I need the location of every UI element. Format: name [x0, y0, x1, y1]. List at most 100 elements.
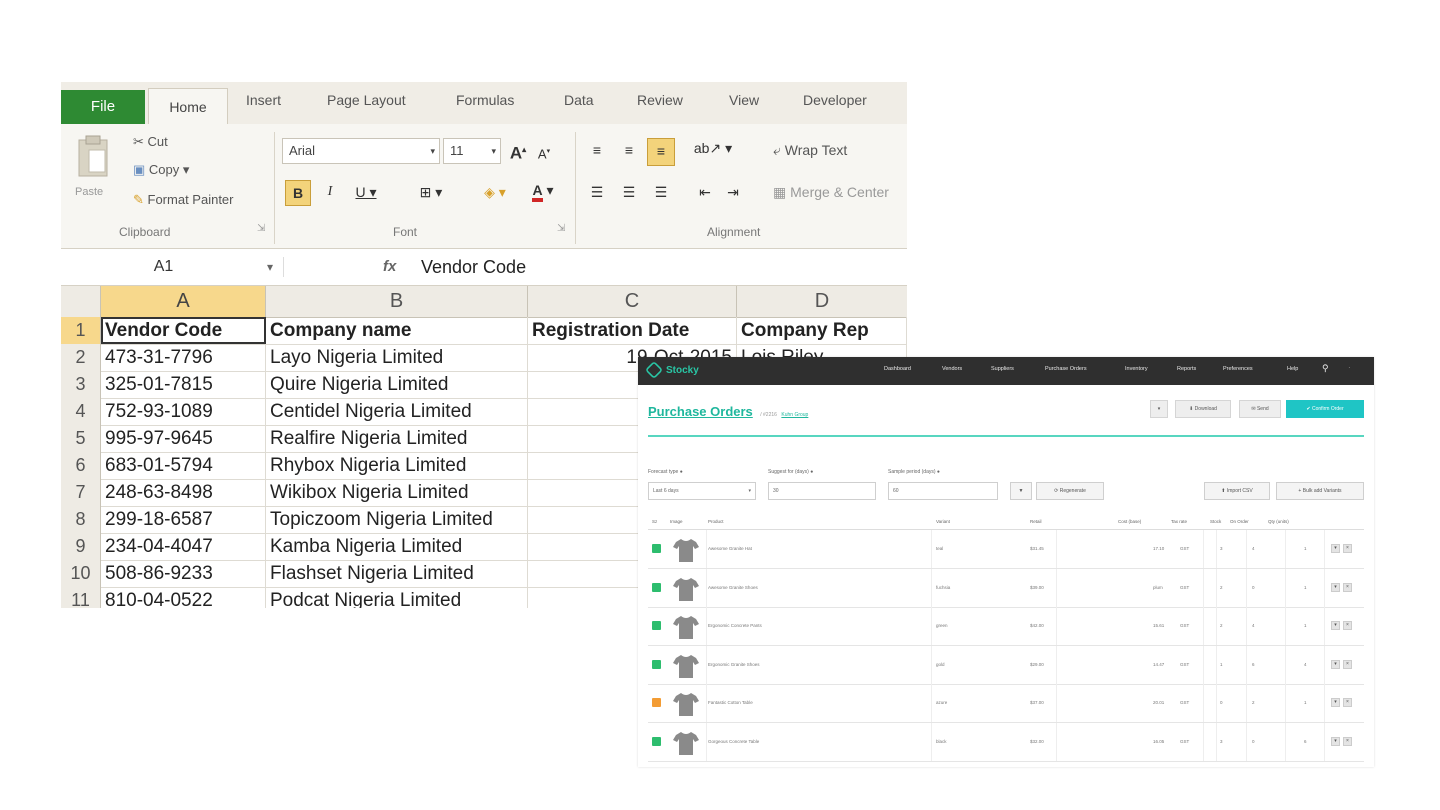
formula-input[interactable]: Vendor Code	[421, 249, 526, 285]
cell-company-name[interactable]: Flashset Nigeria Limited	[266, 560, 528, 587]
nav-dashboard[interactable]: Dashboard	[884, 366, 911, 372]
cell-vendor-code[interactable]: 473-31-7796	[101, 344, 266, 371]
column-header-a[interactable]: A	[101, 286, 266, 317]
cell-vendor-code[interactable]: 995-97-9645	[101, 425, 266, 452]
row-header[interactable]: 9	[61, 533, 101, 560]
status-badge[interactable]	[652, 659, 661, 669]
remove-row-button[interactable]: ×	[1343, 698, 1352, 707]
tab-view[interactable]: View	[729, 92, 759, 108]
name-box-dropdown-icon[interactable]: ▾	[267, 249, 273, 285]
name-box[interactable]: A1	[61, 249, 266, 285]
remove-row-button[interactable]: ×	[1343, 582, 1352, 592]
nav-vendors[interactable]: Vendors	[942, 366, 962, 372]
fx-icon[interactable]: fx	[383, 249, 396, 285]
nav-preferences[interactable]: Preferences	[1223, 366, 1253, 372]
cut-button[interactable]: ✂ Cut	[133, 134, 168, 150]
row-dropdown-button[interactable]: ▾	[1331, 659, 1340, 669]
decrease-indent-icon[interactable]: ⇤	[693, 180, 717, 204]
sample-period-input[interactable]: 60	[888, 482, 998, 500]
row-header[interactable]: 7	[61, 479, 101, 506]
row-header[interactable]: 4	[61, 398, 101, 425]
align-center-icon[interactable]: ☰	[617, 180, 641, 204]
cell-vendor-code[interactable]: 683-01-5794	[101, 452, 266, 479]
format-painter-button[interactable]: ✎ Format Painter	[133, 192, 234, 208]
status-badge[interactable]	[652, 544, 661, 553]
cell-vendor-code[interactable]: 248-63-8498	[101, 479, 266, 506]
tab-developer[interactable]: Developer	[803, 92, 867, 108]
send-button[interactable]: ✉ Send	[1239, 400, 1281, 418]
cell-vendor-code[interactable]: 325-01-7815	[101, 371, 266, 398]
remove-row-button[interactable]: ×	[1343, 621, 1352, 630]
cell-vendor-code[interactable]: 234-04-4047	[101, 533, 266, 560]
row-header[interactable]: 11	[61, 587, 101, 608]
nav-purchase-orders[interactable]: Purchase Orders	[1045, 366, 1087, 372]
tab-home[interactable]: Home	[148, 88, 228, 125]
nav-inventory[interactable]: Inventory	[1125, 366, 1148, 372]
row-header[interactable]: 6	[61, 452, 101, 479]
cell-registration-date[interactable]: Registration Date	[528, 317, 737, 344]
qty-value[interactable]: 1	[1304, 623, 1307, 628]
cell-vendor-code[interactable]: Vendor Code	[101, 317, 266, 344]
cell-company-name[interactable]: Podcat Nigeria Limited	[266, 587, 528, 608]
tab-file[interactable]: File	[61, 90, 145, 124]
qty-value[interactable]: 6	[1304, 739, 1307, 744]
align-middle-icon[interactable]: ≡	[617, 138, 641, 162]
status-badge[interactable]	[652, 736, 661, 746]
bold-button[interactable]: B	[285, 180, 311, 206]
align-top-icon[interactable]: ≡	[585, 138, 609, 162]
status-badge[interactable]	[652, 698, 661, 707]
brand-logo[interactable]: Stocky	[644, 360, 699, 380]
cell-company-name[interactable]: Company name	[266, 317, 528, 344]
download-button[interactable]: ⬇ Download	[1175, 400, 1231, 418]
column-header-b[interactable]: B	[266, 286, 528, 317]
filter-button[interactable]: ▼	[1010, 482, 1032, 500]
confirm-order-button[interactable]: ✔ Confirm Order	[1286, 400, 1364, 418]
dialog-launcher-icon[interactable]: ⇲	[257, 223, 265, 234]
status-badge[interactable]	[652, 582, 661, 592]
remove-row-button[interactable]: ×	[1343, 736, 1352, 746]
cell-company-name[interactable]: Realfire Nigeria Limited	[266, 425, 528, 452]
tab-formulas[interactable]: Formulas	[456, 92, 514, 108]
qty-value[interactable]: 1	[1304, 700, 1307, 705]
regenerate-button[interactable]: ⟳ Regenerate	[1036, 482, 1104, 500]
align-bottom-icon[interactable]: ≡	[647, 138, 675, 166]
orientation-icon[interactable]: ab↗ ▾	[693, 136, 733, 160]
status-badge[interactable]	[652, 621, 661, 630]
row-header[interactable]: 3	[61, 371, 101, 398]
search-icon[interactable]: ⚲	[1322, 363, 1329, 374]
remove-row-button[interactable]: ×	[1343, 659, 1352, 669]
cell-company-rep[interactable]: Company Rep	[737, 317, 907, 344]
increase-indent-icon[interactable]: ⇥	[721, 180, 745, 204]
shrink-font-button[interactable]: A▾	[533, 140, 555, 166]
align-right-icon[interactable]: ☰	[649, 180, 673, 204]
font-name-select[interactable]: Arial ▾	[282, 138, 440, 164]
qty-value[interactable]: 4	[1304, 662, 1307, 667]
wrap-text-button[interactable]: ⤶ Wrap Text	[773, 142, 847, 159]
fill-color-button[interactable]: ◈ ▾	[473, 180, 517, 204]
row-dropdown-button[interactable]: ▾	[1331, 621, 1340, 630]
italic-button[interactable]: I	[319, 180, 341, 204]
font-color-button[interactable]: A ▾	[523, 178, 563, 202]
nav-reports[interactable]: Reports	[1177, 366, 1196, 372]
grow-font-button[interactable]: A▴	[507, 138, 529, 166]
underline-button[interactable]: U ▾	[349, 180, 383, 204]
tab-review[interactable]: Review	[637, 92, 683, 108]
cell-company-name[interactable]: Kamba Nigeria Limited	[266, 533, 528, 560]
paste-button[interactable]: Paste	[73, 132, 113, 206]
cell-vendor-code[interactable]: 752-93-1089	[101, 398, 266, 425]
import-csv-button[interactable]: ⬆ Import CSV	[1204, 482, 1270, 500]
tab-insert[interactable]: Insert	[246, 92, 281, 108]
borders-button[interactable]: ⊞ ▾	[411, 180, 451, 204]
column-header-d[interactable]: D	[737, 286, 907, 317]
row-dropdown-button[interactable]: ▾	[1331, 736, 1340, 746]
row-dropdown-button[interactable]: ▾	[1331, 544, 1340, 553]
tab-page-layout[interactable]: Page Layout	[327, 92, 406, 108]
font-size-select[interactable]: 11 ▾	[443, 138, 501, 164]
select-all-corner[interactable]	[61, 286, 101, 317]
cell-company-name[interactable]: Rhybox Nigeria Limited	[266, 452, 528, 479]
merge-center-button[interactable]: ▦ Merge & Center	[773, 184, 889, 201]
dialog-launcher-icon[interactable]: ⇲	[557, 223, 565, 234]
forecast-type-select[interactable]: Last 6 days ▾	[648, 482, 756, 500]
cell-company-name[interactable]: Wikibox Nigeria Limited	[266, 479, 528, 506]
row-header[interactable]: 8	[61, 506, 101, 533]
